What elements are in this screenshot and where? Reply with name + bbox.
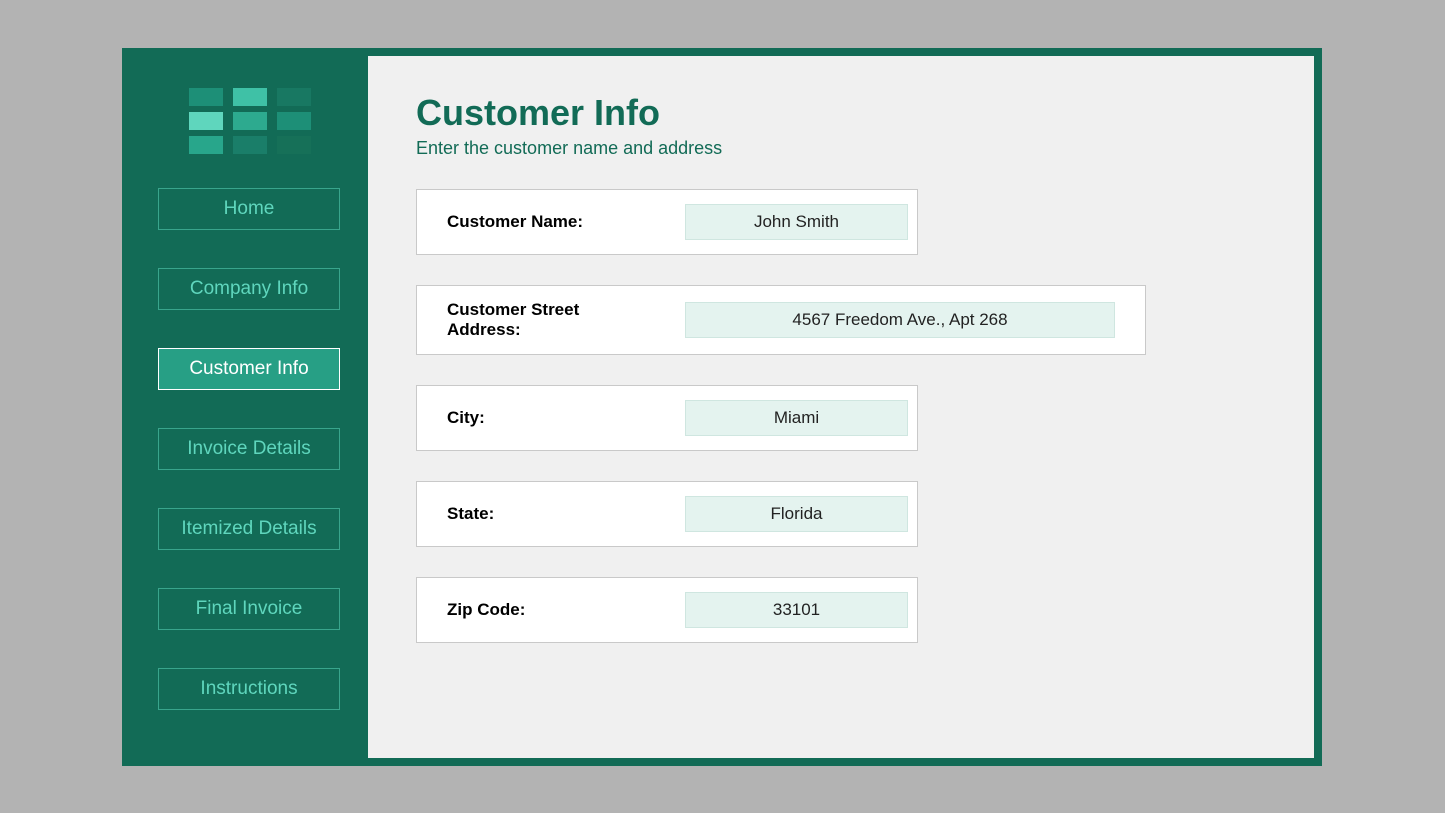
logo-grid-icon — [189, 88, 309, 154]
field-customer-street-address: Customer Street Address: — [416, 285, 1146, 355]
input-state[interactable] — [685, 496, 908, 532]
field-state: State: — [416, 481, 918, 547]
label-customer-street-address: Customer Street Address: — [447, 300, 657, 340]
input-customer-name[interactable] — [685, 204, 908, 240]
sidebar-item-itemized-details[interactable]: Itemized Details — [158, 508, 340, 550]
app-window: Home Company Info Customer Info Invoice … — [122, 48, 1322, 766]
sidebar-item-final-invoice[interactable]: Final Invoice — [158, 588, 340, 630]
label-city: City: — [447, 408, 657, 428]
page-subtitle: Enter the customer name and address — [416, 138, 1266, 159]
input-city[interactable] — [685, 400, 908, 436]
page-title: Customer Info — [416, 92, 1266, 134]
form-rows: Customer Name: Customer Street Address: … — [416, 189, 1266, 643]
field-city: City: — [416, 385, 918, 451]
sidebar-item-invoice-details[interactable]: Invoice Details — [158, 428, 340, 470]
sidebar-item-home[interactable]: Home — [158, 188, 340, 230]
sidebar-item-instructions[interactable]: Instructions — [158, 668, 340, 710]
field-customer-name: Customer Name: — [416, 189, 918, 255]
sidebar-item-customer-info[interactable]: Customer Info — [158, 348, 340, 390]
label-customer-name: Customer Name: — [447, 212, 657, 232]
input-customer-street-address[interactable] — [685, 302, 1115, 338]
sidebar: Home Company Info Customer Info Invoice … — [130, 56, 368, 758]
main-content: Customer Info Enter the customer name an… — [368, 56, 1314, 758]
field-zip-code: Zip Code: — [416, 577, 918, 643]
input-zip-code[interactable] — [685, 592, 908, 628]
sidebar-nav: Home Company Info Customer Info Invoice … — [158, 188, 340, 710]
label-zip-code: Zip Code: — [447, 600, 657, 620]
sidebar-item-company-info[interactable]: Company Info — [158, 268, 340, 310]
label-state: State: — [447, 504, 657, 524]
